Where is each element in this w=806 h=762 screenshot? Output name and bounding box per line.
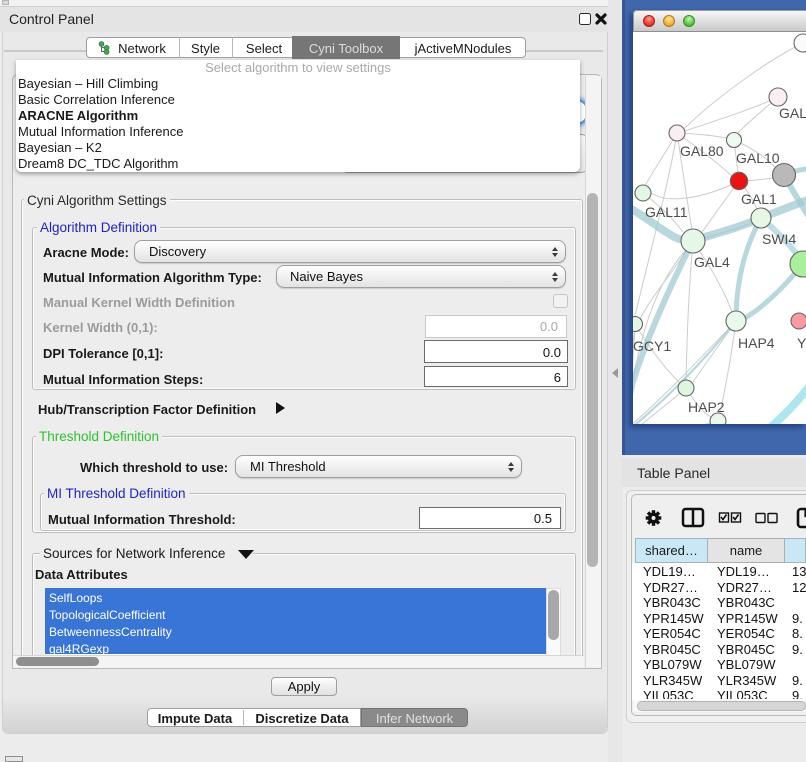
svg-text:GAL80: GAL80 [680,143,724,159]
svg-text:HAP2: HAP2 [688,399,725,415]
svg-text:GAL4: GAL4 [694,254,730,270]
svg-text:GAL11: GAL11 [645,204,688,220]
svg-text:GAL: GAL [779,105,806,121]
svg-text:HAP4: HAP4 [738,335,775,351]
svg-text:GCY1: GCY1 [633,338,671,354]
svg-text:GAL10: GAL10 [736,150,780,166]
svg-text:SWI4: SWI4 [762,231,796,247]
svg-text:Y: Y [797,335,806,351]
svg-text:GAL1: GAL1 [741,191,777,207]
